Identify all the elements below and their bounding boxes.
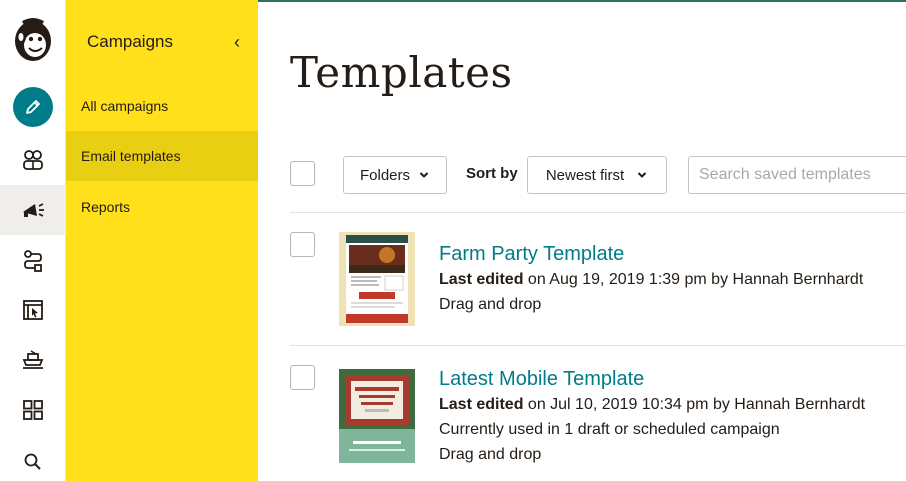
sort-value: Newest first (545, 166, 625, 184)
campaigns-subnav: Campaigns ‹ All campaigns Email template… (66, 0, 258, 481)
collapse-chevron-icon[interactable]: ‹ (227, 32, 247, 53)
page-title: Templates (290, 48, 513, 97)
template-preview-image (339, 232, 415, 326)
subnav-header: Campaigns ‹ (87, 30, 247, 54)
rail-websites[interactable] (0, 285, 66, 335)
toolbar-divider (290, 212, 906, 213)
last-edited-detail: on Aug 19, 2019 1:39 pm by Hannah Bernha… (523, 271, 864, 288)
template-type: Drag and drop (439, 296, 542, 313)
audience-icon (23, 150, 43, 170)
rail-campaigns[interactable] (0, 185, 66, 235)
icon-rail (0, 0, 66, 481)
website-icon (23, 300, 43, 320)
select-all-checkbox[interactable] (290, 161, 315, 186)
rail-automations[interactable] (0, 235, 66, 285)
template-checkbox[interactable] (290, 365, 315, 390)
template-name-link[interactable]: Farm Party Template (439, 243, 624, 266)
mailchimp-logo[interactable] (0, 12, 66, 68)
folders-dropdown[interactable]: Folders (343, 156, 447, 194)
template-name-link[interactable]: Latest Mobile Template (439, 368, 644, 391)
rail-search[interactable] (0, 437, 66, 481)
integrations-icon (22, 350, 44, 369)
template-last-edited: Last edited on Aug 19, 2019 1:39 pm by H… (439, 271, 863, 289)
search-icon (24, 453, 41, 470)
search-templates-input[interactable] (688, 156, 906, 194)
subnav-item-all-campaigns[interactable]: All campaigns (66, 81, 258, 131)
automation-icon (24, 250, 42, 272)
rail-integrations[interactable] (0, 335, 66, 385)
rail-create[interactable] (0, 82, 66, 132)
subnav-item-email-templates[interactable]: Email templates (66, 131, 258, 181)
rail-content[interactable] (0, 385, 66, 435)
template-type: Drag and drop (439, 446, 542, 463)
last-edited-label: Last edited (439, 396, 524, 413)
template-thumbnail-farm-party[interactable] (339, 232, 415, 326)
rail-audience[interactable] (0, 135, 66, 185)
row-divider (290, 345, 906, 346)
last-edited-detail: on Jul 10, 2019 10:34 pm by Hannah Bernh… (523, 396, 866, 413)
subnav-title: Campaigns (87, 32, 173, 51)
main-content: Templates Folders Sort by Newest first S… (258, 0, 906, 481)
template-checkbox[interactable] (290, 232, 315, 257)
chevron-down-icon (419, 172, 429, 178)
template-thumbnail-latest-mobile[interactable] (339, 369, 415, 463)
freddie-logo-icon (15, 18, 51, 61)
pencil-icon (26, 100, 40, 114)
sort-dropdown[interactable]: Newest first (527, 156, 667, 194)
template-last-edited: Last edited on Jul 10, 2019 10:34 pm by … (439, 396, 865, 414)
template-preview-image (339, 369, 415, 463)
grid-icon (23, 400, 43, 420)
folders-label: Folders (359, 166, 411, 184)
subnav-item-reports[interactable]: Reports (66, 182, 258, 232)
megaphone-icon (23, 203, 44, 217)
last-edited-label: Last edited (439, 271, 524, 288)
create-button[interactable] (13, 87, 53, 127)
chevron-down-icon (637, 172, 647, 178)
sort-by-label: Sort by (466, 165, 518, 182)
template-usage: Currently used in 1 draft or scheduled c… (439, 421, 780, 438)
